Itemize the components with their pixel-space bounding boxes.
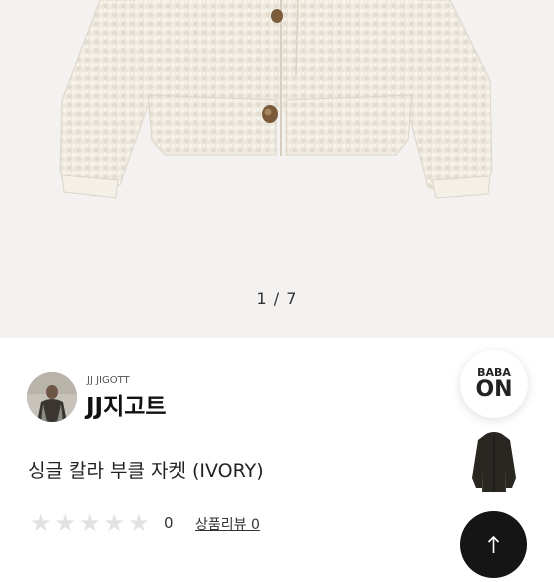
product-title: 싱글 칼라 부클 자켓 (IVORY) — [28, 460, 264, 482]
babaon-label-bottom: ON — [475, 377, 513, 402]
review-link[interactable]: 상품리뷰 0 — [195, 514, 260, 534]
coat-thumbnail-image — [472, 432, 516, 492]
scroll-top-button[interactable] — [460, 511, 527, 578]
brand-avatar — [27, 372, 77, 422]
arrow-up-icon — [487, 535, 500, 553]
product-thumbnail-button[interactable] — [460, 428, 528, 500]
product-image — [59, 0, 493, 199]
star-icon: ★ — [54, 509, 77, 537]
rating-count: 0 — [164, 514, 174, 532]
star-icon: ★ — [30, 509, 52, 537]
product-image-gallery[interactable]: 1 / 7 — [0, 0, 554, 338]
brand-english-name: JJ JIGOTT — [87, 375, 130, 386]
star-icon: ★ — [79, 509, 101, 537]
star-icon: ★ — [103, 509, 126, 537]
image-pager: 1 / 7 — [256, 289, 298, 308]
babaon-button[interactable]: BABA ON — [460, 350, 528, 418]
star-icon: ★ — [128, 509, 150, 537]
rating-stars: ★ ★ ★ ★ ★ — [30, 511, 153, 535]
brand-name: JJ지고트 — [86, 394, 167, 420]
